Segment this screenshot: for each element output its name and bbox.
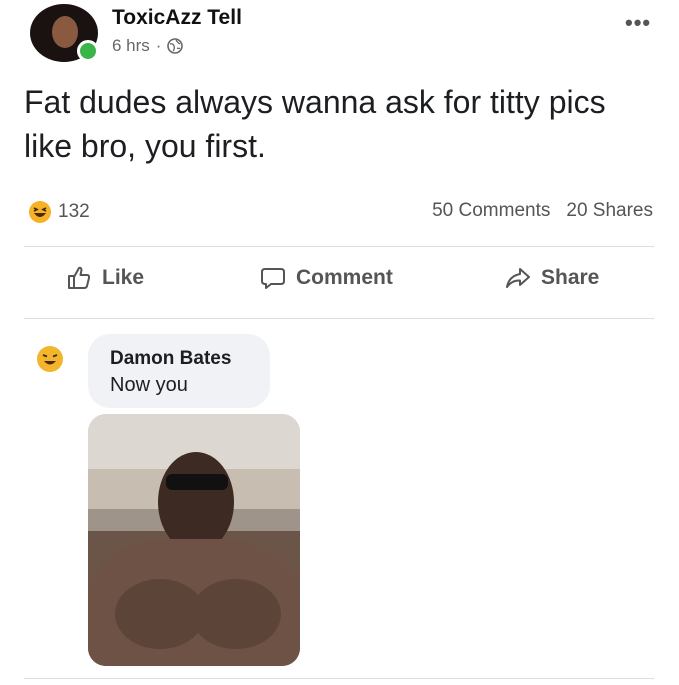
- shares-count-link[interactable]: 20 Shares: [566, 200, 653, 222]
- comment-label: Comment: [296, 266, 393, 289]
- avatar-face: [52, 16, 78, 48]
- like-button[interactable]: Like: [66, 265, 144, 291]
- post-time[interactable]: 6 hrs: [112, 36, 150, 56]
- share-label: Share: [541, 266, 600, 289]
- haha-reaction-icon: [29, 201, 51, 223]
- divider-footer: [24, 678, 654, 679]
- post-actions: Like Comment Share: [0, 265, 679, 305]
- thumbs-up-icon: [68, 266, 91, 289]
- comment-author-name[interactable]: Damon Bates: [110, 348, 231, 370]
- comment-bubble: Damon Bates Now you: [88, 334, 270, 408]
- reaction-summary[interactable]: 132: [28, 200, 90, 224]
- like-label: Like: [102, 266, 145, 289]
- comment-photo[interactable]: [88, 414, 300, 666]
- comment-photo-image: [88, 414, 300, 666]
- comment-button[interactable]: Comment: [260, 265, 393, 291]
- meta-separator: ·: [155, 36, 162, 55]
- reaction-count: 132: [58, 201, 90, 222]
- commenter-reaction-avatar-icon[interactable]: [36, 345, 64, 373]
- share-button[interactable]: Share: [505, 265, 599, 291]
- post-meta: 6 hrs ·: [112, 36, 184, 56]
- comments-count-link[interactable]: 50 Comments: [432, 200, 550, 222]
- globe-icon: [167, 38, 184, 54]
- speech-bubble-icon: [261, 268, 285, 289]
- share-arrow-icon: [506, 268, 530, 288]
- online-status-indicator: [77, 40, 99, 62]
- divider-bottom: [24, 318, 654, 319]
- post-author-name[interactable]: ToxicAzz Tell: [112, 6, 242, 30]
- divider-top: [24, 246, 654, 247]
- more-options-icon[interactable]: •••: [625, 10, 651, 36]
- engagement-counts: 50 Comments 20 Shares: [432, 200, 653, 222]
- post-text: Fat dudes always wanna ask for titty pic…: [24, 84, 606, 164]
- comment-text: Now you: [110, 374, 188, 396]
